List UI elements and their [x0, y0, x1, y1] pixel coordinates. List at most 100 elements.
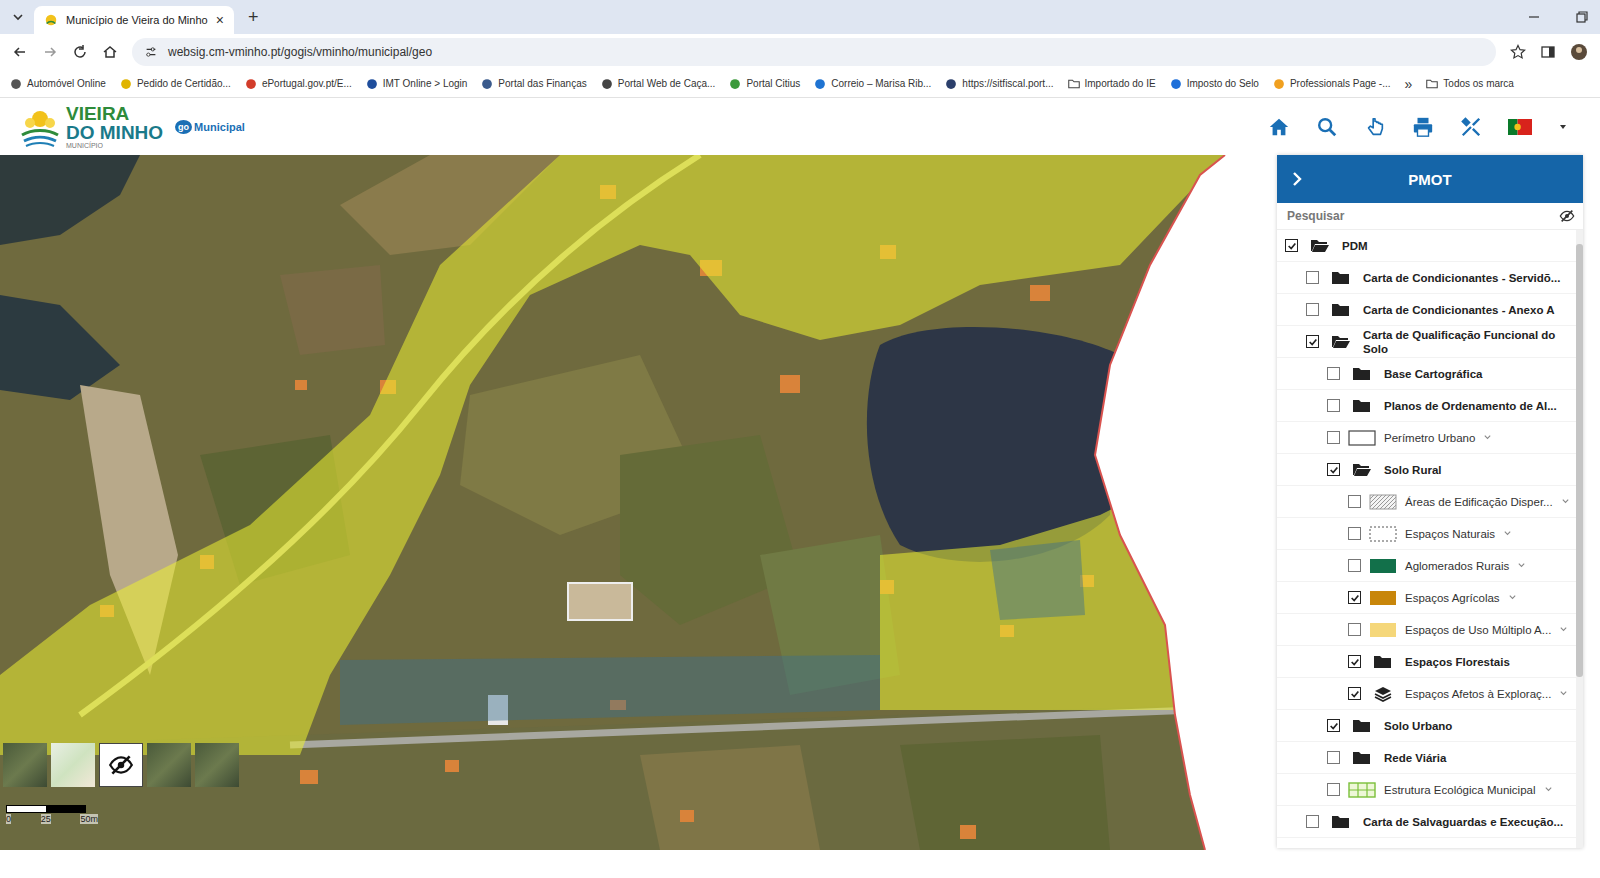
bookmark[interactable]: IMT Online > Login: [366, 78, 468, 90]
logo[interactable]: VIEIRADO MINHOMUNICÍPIOgoMunicipal: [18, 104, 245, 149]
layer-checkbox[interactable]: [1348, 687, 1361, 700]
bookmark[interactable]: Correio – Marisa Rib...: [814, 78, 931, 90]
side-panel-icon[interactable]: [1540, 44, 1556, 60]
basemap-thumbnail[interactable]: [3, 743, 47, 787]
basemap-thumbnail[interactable]: [99, 743, 143, 787]
bookmark[interactable]: Imposto do Selo: [1170, 78, 1259, 90]
layer-row[interactable]: Espaços Naturais: [1277, 518, 1576, 550]
bookmark[interactable]: ePortugal.gov.pt/E...: [245, 78, 352, 90]
bookmark[interactable]: Portal das Finanças: [481, 78, 586, 90]
layer-row[interactable]: Espaços de Uso Múltiplo A...: [1277, 614, 1576, 646]
collapse-chevron-icon[interactable]: [1289, 171, 1305, 187]
layer-checkbox[interactable]: [1348, 559, 1361, 572]
search-icon[interactable]: [1316, 116, 1338, 138]
bookmark-star-icon[interactable]: [1510, 44, 1526, 60]
legend-chevron-icon[interactable]: [1503, 529, 1512, 538]
layer-row[interactable]: Carta de Qualificação Funcional do Solo: [1277, 326, 1576, 358]
layer-row[interactable]: Espaços Florestais: [1277, 646, 1576, 678]
layer-checkbox[interactable]: [1327, 399, 1340, 412]
legend-chevron-icon[interactable]: [1559, 625, 1568, 634]
layer-label: Espaços Afetos à Exploraç...: [1405, 687, 1551, 701]
logo-caption: MUNICÍPIO: [66, 142, 163, 149]
bookmark[interactable]: https://sitfiscal.port...: [945, 78, 1053, 90]
legend-chevron-icon[interactable]: [1508, 593, 1517, 602]
layer-row[interactable]: Base Cartográfica: [1277, 358, 1576, 390]
portugal-flag-icon[interactable]: [1508, 119, 1532, 135]
basemap-thumbnail[interactable]: [147, 743, 191, 787]
minimize-icon[interactable]: [1526, 9, 1542, 25]
map[interactable]: 02550mPMOTPDMCarta de Condicionantes - S…: [0, 155, 1600, 850]
layer-checkbox[interactable]: [1348, 623, 1361, 636]
hand-pointer-icon[interactable]: [1364, 116, 1386, 138]
reload-icon[interactable]: [72, 44, 88, 60]
layer-checkbox[interactable]: [1327, 783, 1340, 796]
site-icon: [245, 78, 257, 90]
bookmark[interactable]: Portal Citius: [729, 78, 800, 90]
layer-row[interactable]: PDM: [1277, 230, 1576, 262]
layer-row[interactable]: Solo Rural: [1277, 454, 1576, 486]
layer-row[interactable]: Espaços Afetos à Exploraç...: [1277, 678, 1576, 710]
layer-checkbox[interactable]: [1348, 495, 1361, 508]
layer-label: Rede Viária: [1384, 751, 1446, 765]
tools-icon[interactable]: [1460, 116, 1482, 138]
bookmark[interactable]: Importado do IE: [1068, 78, 1156, 90]
layer-checkbox[interactable]: [1306, 303, 1319, 316]
legend-chevron-icon[interactable]: [1561, 497, 1570, 506]
layer-checkbox[interactable]: [1327, 463, 1340, 476]
layer-checkbox[interactable]: [1306, 335, 1319, 348]
layer-checkbox[interactable]: [1327, 367, 1340, 380]
browser-tab[interactable]: Município de Vieira do Minho×: [34, 6, 234, 34]
layer-checkbox[interactable]: [1327, 431, 1340, 444]
layer-row[interactable]: Aglomerados Rurais: [1277, 550, 1576, 582]
address-bar[interactable]: websig.cm-vminho.pt/gogis/vminho/municip…: [132, 38, 1496, 66]
forward-icon[interactable]: [42, 44, 58, 60]
layer-row[interactable]: Planos de Ordenamento de Al...: [1277, 390, 1576, 422]
home-icon[interactable]: [102, 44, 118, 60]
all-bookmarks[interactable]: Todos os marca: [1426, 78, 1514, 90]
back-icon[interactable]: [12, 44, 28, 60]
layer-checkbox[interactable]: [1306, 271, 1319, 284]
basemap-thumbnail[interactable]: [195, 743, 239, 787]
layer-row[interactable]: Solo Urbano: [1277, 710, 1576, 742]
legend-chevron-icon[interactable]: [1559, 689, 1568, 698]
bookmark[interactable]: Pedido de Certidão...: [120, 78, 231, 90]
home-icon[interactable]: [1268, 116, 1290, 138]
layer-checkbox[interactable]: [1285, 239, 1298, 252]
layer-row[interactable]: Carta de Salvaguardas e Execução...: [1277, 806, 1576, 838]
restore-icon[interactable]: [1574, 9, 1590, 25]
address-text: websig.cm-vminho.pt/gogis/vminho/municip…: [168, 45, 432, 59]
layer-checkbox[interactable]: [1327, 719, 1340, 732]
profile-icon[interactable]: [1570, 43, 1588, 61]
language-dropdown-icon[interactable]: [1558, 122, 1568, 132]
site-icon: [945, 78, 957, 90]
layer-row[interactable]: Áreas de Edificação Disper...: [1277, 486, 1576, 518]
tab-close-button[interactable]: ×: [216, 12, 224, 28]
new-tab-button[interactable]: +: [242, 7, 265, 28]
layer-row[interactable]: Estrutura Ecológica Municipal: [1277, 774, 1576, 806]
more-bookmarks-button[interactable]: »: [1405, 76, 1413, 92]
legend-chevron-icon[interactable]: [1517, 561, 1526, 570]
site-icon: [10, 78, 22, 90]
layer-checkbox[interactable]: [1348, 527, 1361, 540]
layer-checkbox[interactable]: [1348, 591, 1361, 604]
print-icon[interactable]: [1412, 116, 1434, 138]
layer-row[interactable]: Perímetro Urbano: [1277, 422, 1576, 454]
layer-row[interactable]: Rede Viária: [1277, 742, 1576, 774]
layer-row[interactable]: Carta de Condicionantes - Anexo A: [1277, 294, 1576, 326]
layer-checkbox[interactable]: [1306, 815, 1319, 828]
tab-search-icon[interactable]: [10, 9, 26, 25]
site-info-icon[interactable]: [144, 45, 158, 59]
legend-chevron-icon[interactable]: [1483, 433, 1492, 442]
layer-row[interactable]: Carta de Condicionantes - Servidõ...: [1277, 262, 1576, 294]
search-input[interactable]: [1285, 208, 1553, 224]
legend-chevron-icon[interactable]: [1544, 785, 1553, 794]
layer-checkbox[interactable]: [1327, 751, 1340, 764]
scrollbar[interactable]: [1576, 230, 1583, 848]
layer-checkbox[interactable]: [1348, 655, 1361, 668]
layer-row[interactable]: Espaços Agrícolas: [1277, 582, 1576, 614]
eye-off-icon[interactable]: [1559, 208, 1575, 224]
basemap-thumbnail[interactable]: [51, 743, 95, 787]
bookmark[interactable]: Professionals Page -...: [1273, 78, 1391, 90]
bookmark[interactable]: Portal Web de Caça...: [601, 78, 716, 90]
bookmark[interactable]: Automóvel Online: [10, 78, 106, 90]
